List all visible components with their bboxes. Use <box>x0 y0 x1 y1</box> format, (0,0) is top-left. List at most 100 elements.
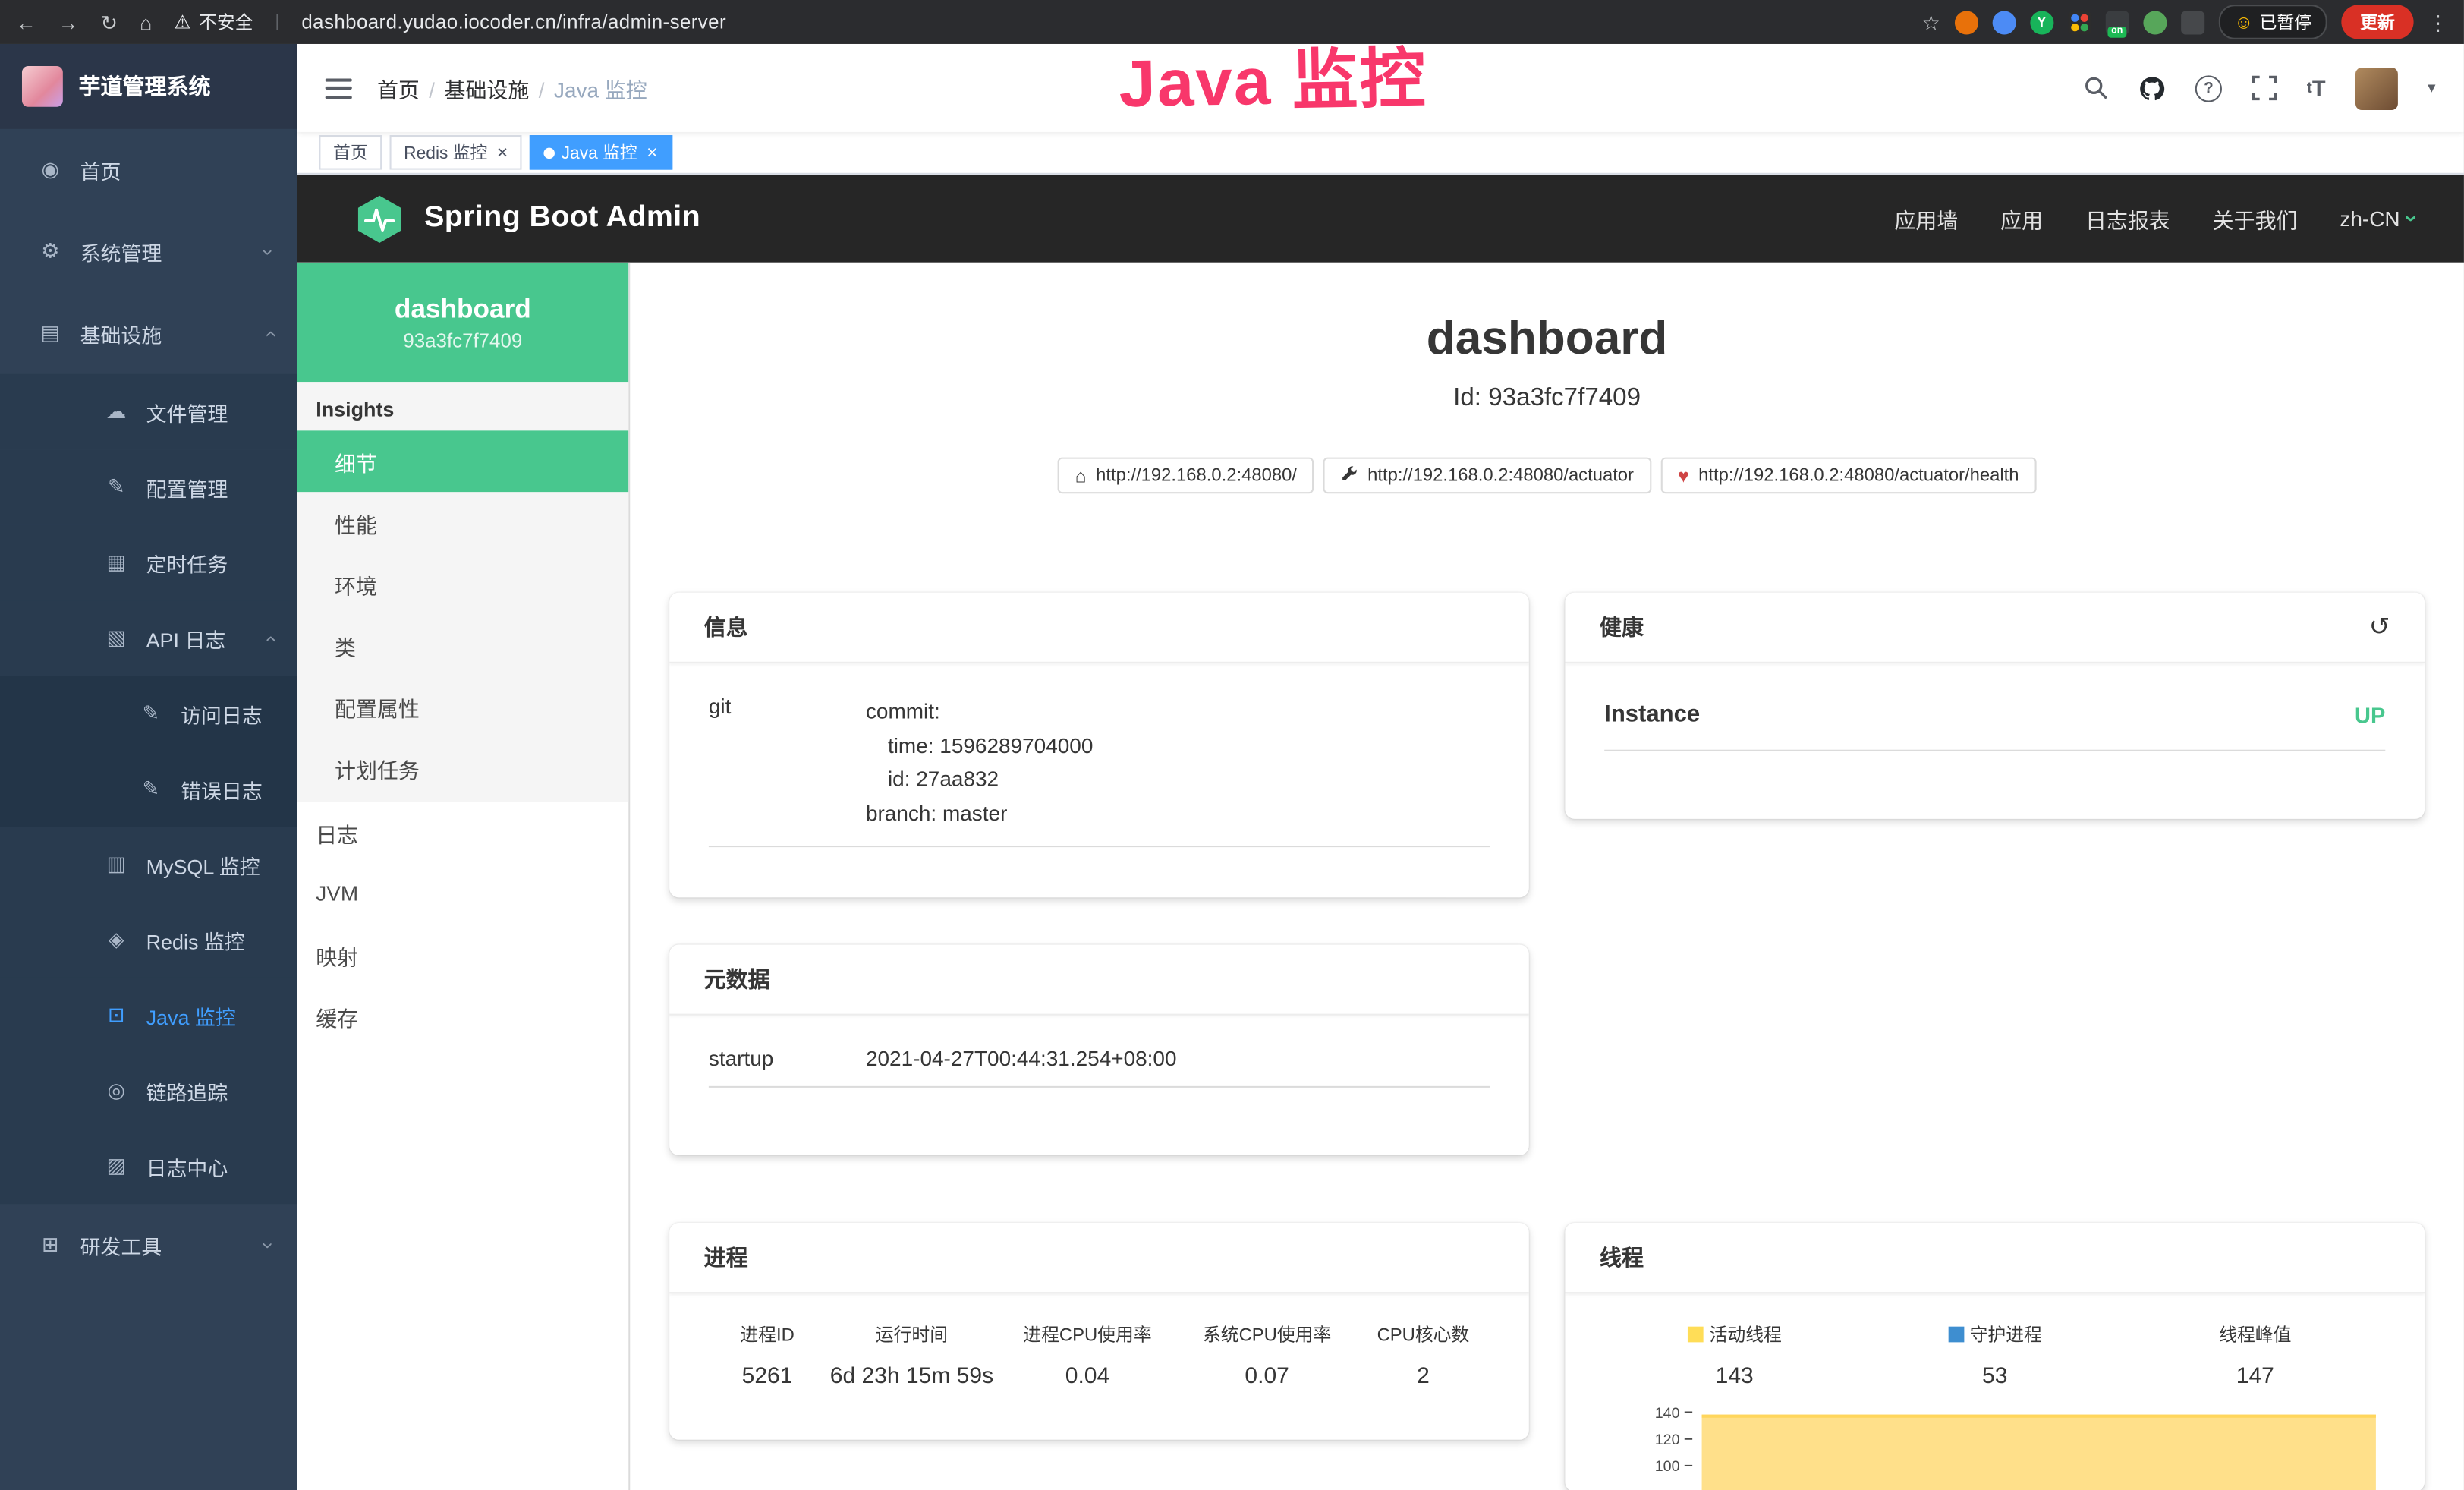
bookmark-star-icon[interactable]: ☆ <box>1922 12 1940 33</box>
chevron-down-icon: › <box>256 248 280 255</box>
close-icon[interactable]: × <box>644 143 658 162</box>
api-log-icon: ▧ <box>104 625 129 650</box>
sidebar-item-label: 错误日志 <box>181 774 263 804</box>
instance-url-button[interactable]: ⌂ http://192.168.0.2:48080/ <box>1058 458 1314 494</box>
insights-label: Insights <box>297 382 628 430</box>
sidebar-item-java-monitor[interactable]: ⊡ Java 监控 <box>0 978 297 1053</box>
sidebar-item-api-logs[interactable]: ▧ API 日志 › <box>0 600 297 676</box>
extension-icon-3[interactable]: Y <box>2030 10 2053 33</box>
sba-item-logs[interactable]: 日志 <box>297 802 628 863</box>
process-card: 进程 进程ID 5261 运行时间 6d 23h 15m 59s <box>669 1223 1529 1440</box>
sba-item-scheduled-tasks[interactable]: 计划任务 <box>297 737 628 799</box>
sba-brand[interactable]: Spring Boot Admin <box>354 193 700 244</box>
sidebar-item-system-management[interactable]: ⚙ 系统管理 › <box>0 210 297 292</box>
extension-icon-2[interactable] <box>1992 10 2016 33</box>
sidebar-item-home[interactable]: ◉ 首页 <box>0 129 297 211</box>
extension-on-badge: on <box>2108 26 2126 36</box>
sidebar-item-access-logs[interactable]: ✎ 访问日志 <box>0 676 297 751</box>
tab-java-monitor[interactable]: Java 监控 × <box>530 135 672 170</box>
sba-language-select[interactable]: zh-CN › <box>2340 206 2416 231</box>
font-size-icon[interactable]: tT <box>2307 75 2326 100</box>
card-title: 信息 <box>704 612 748 643</box>
fullscreen-icon[interactable] <box>2252 75 2277 100</box>
sidebar-item-label: 基础设施 <box>80 318 162 348</box>
health-url-button[interactable]: ♥ http://192.168.0.2:48080/actuator/heal… <box>1660 458 2036 494</box>
security-indicator[interactable]: ⚠ 不安全 <box>174 9 253 34</box>
app-logo[interactable]: 芋道管理系统 <box>0 44 297 129</box>
sidebar-item-log-center[interactable]: ▨ 日志中心 <box>0 1129 297 1204</box>
update-button[interactable]: 更新 <box>2341 5 2413 39</box>
sidebar-item-file-management[interactable]: ☁ 文件管理 <box>0 374 297 449</box>
extensions-puzzle-icon[interactable] <box>2181 10 2204 33</box>
sba-item-classes[interactable]: 类 <box>297 615 628 676</box>
address-bar[interactable]: dashboard.yudao.iocoder.cn/infra/admin-s… <box>301 11 726 33</box>
close-icon[interactable]: × <box>494 143 508 162</box>
link-url: http://192.168.0.2:48080/actuator <box>1367 466 1634 485</box>
sba-nav-about[interactable]: 关于我们 <box>2213 203 2298 234</box>
reload-icon[interactable]: ↻ <box>101 12 118 33</box>
git-commit-line: commit: <box>866 695 1490 729</box>
sba-item-environment[interactable]: 环境 <box>297 553 628 615</box>
sba-brand-label: Spring Boot Admin <box>424 201 700 236</box>
breadcrumb-infrastructure[interactable]: 基础设施 <box>429 72 529 103</box>
sidebar-item-scheduled-tasks[interactable]: ▦ 定时任务 <box>0 525 297 600</box>
paused-label: 已暂停 <box>2260 9 2311 34</box>
breadcrumb-home[interactable]: 首页 <box>377 72 420 103</box>
sba-nav-wallboard[interactable]: 应用墙 <box>1894 203 1958 234</box>
actuator-url-button[interactable]: http://192.168.0.2:48080/actuator <box>1323 458 1651 494</box>
sba-item-mappings[interactable]: 映射 <box>297 925 628 986</box>
config-icon: ✎ <box>104 474 129 499</box>
extension-icon-5[interactable]: on <box>2105 10 2129 33</box>
chevron-up-icon: › <box>256 329 280 336</box>
sba-item-caches[interactable]: 缓存 <box>297 985 628 1047</box>
browser-menu-icon[interactable]: ⋮ <box>2428 12 2448 33</box>
user-avatar[interactable] <box>2355 67 2398 109</box>
search-icon[interactable] <box>2084 75 2109 100</box>
github-icon[interactable] <box>2138 74 2165 101</box>
sba-item-details[interactable]: 细节 <box>297 430 628 492</box>
process-table: 进程ID 5261 运行时间 6d 23h 15m 59s 进程CPU使用率 0… <box>709 1299 1490 1389</box>
sidebar-item-dev-tools[interactable]: ⊞ 研发工具 › <box>0 1204 297 1286</box>
sba-navbar: Spring Boot Admin 应用墙 应用 日志报表 关于我们 zh-CN… <box>297 175 2463 263</box>
sidebar-item-error-logs[interactable]: ✎ 错误日志 <box>0 751 297 827</box>
extension-icon-6[interactable] <box>2143 10 2167 33</box>
sidebar-item-label: 研发工具 <box>80 1230 162 1259</box>
back-icon[interactable]: ← <box>16 12 36 33</box>
sba-item-jvm[interactable]: JVM <box>297 863 628 925</box>
sidebar-item-config-management[interactable]: ✎ 配置管理 <box>0 449 297 524</box>
extension-icon-1[interactable] <box>1954 10 1978 33</box>
sba-item-performance[interactable]: 性能 <box>297 492 628 553</box>
infrastructure-icon: ▤ <box>38 320 63 345</box>
tab-redis-monitor[interactable]: Redis 监控 × <box>390 135 522 170</box>
process-col-pid: 进程ID 5261 <box>709 1321 826 1389</box>
health-key: Instance <box>1604 701 1700 728</box>
sidebar-item-trace[interactable]: ◎ 链路追踪 <box>0 1053 297 1128</box>
sidebar-item-redis-monitor[interactable]: ◈ Redis 监控 <box>0 903 297 978</box>
forward-icon[interactable]: → <box>58 12 79 33</box>
sidebar-item-infrastructure[interactable]: ▤ 基础设施 › <box>0 292 297 374</box>
browser-home-icon[interactable]: ⌂ <box>140 12 152 33</box>
metadata-card: 元数据 startup 2021-04-27T00:44:31.254+08:0… <box>669 944 1529 1155</box>
col-value: 0.04 <box>998 1364 1178 1389</box>
help-icon[interactable]: ? <box>2195 74 2222 101</box>
history-icon[interactable]: ↺ <box>2369 612 2390 643</box>
paused-badge[interactable]: ☺ 已暂停 <box>2218 5 2327 39</box>
tab-home[interactable]: 首页 <box>319 135 382 170</box>
avatar-caret-icon[interactable]: ▾ <box>2428 80 2435 97</box>
header-actions: ? tT ▾ <box>2084 67 2436 109</box>
extension-icon-4[interactable] <box>2067 10 2091 33</box>
breadcrumb-current: Java 监控 <box>539 72 647 103</box>
sidebar-item-mysql-monitor[interactable]: ▥ MySQL 监控 <box>0 827 297 902</box>
sba-body: dashboard 93a3fc7f7409 Insights 细节 性能 环境… <box>297 263 2463 1490</box>
sidebar-menu: ◉ 首页 ⚙ 系统管理 › ▤ 基础设施 › ☁ 文件管理 ✎ 配置管理 <box>0 129 297 1286</box>
sba-nav-journal[interactable]: 日志报表 <box>2085 203 2170 234</box>
live-threads-area <box>1702 1415 2376 1490</box>
health-instance-row[interactable]: Instance UP <box>1604 669 2385 751</box>
hamburger-icon[interactable] <box>326 77 352 98</box>
row-key: startup <box>709 1047 866 1070</box>
dev-tools-icon: ⊞ <box>38 1232 63 1257</box>
sba-item-config-props[interactable]: 配置属性 <box>297 676 628 737</box>
breadcrumb: 首页 基础设施 Java 监控 <box>377 72 647 103</box>
sba-instance-header[interactable]: dashboard 93a3fc7f7409 <box>297 263 628 382</box>
sba-nav-applications[interactable]: 应用 <box>2000 203 2043 234</box>
